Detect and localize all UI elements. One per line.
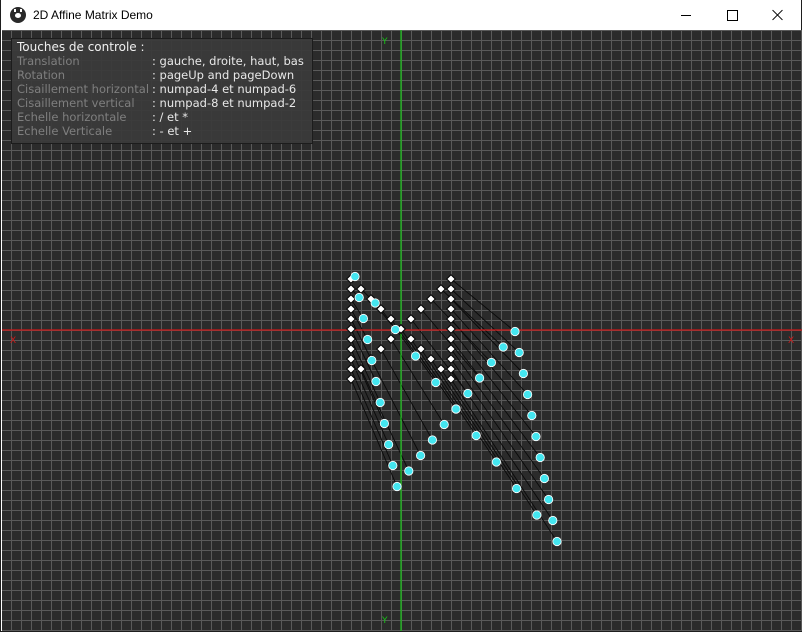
- source-point-marker: [406, 334, 416, 344]
- window-controls: [663, 0, 801, 30]
- transformed-point-marker: [392, 481, 402, 492]
- title-bar[interactable]: 2D Affine Matrix Demo: [1, 0, 801, 30]
- source-point-marker: [376, 344, 386, 354]
- x-axis-label-left: X: [10, 336, 16, 346]
- transformed-point-marker: [552, 536, 562, 547]
- help-action-name: Cisaillement vertical: [17, 96, 135, 110]
- transformed-point-marker: [471, 430, 481, 441]
- transformed-point-marker: [379, 418, 389, 429]
- source-point-marker: [446, 364, 456, 374]
- help-row: Echelle horizontale : / et *: [17, 110, 312, 124]
- controls-help-panel: Touches de controle : Translation : gauc…: [11, 38, 313, 144]
- y-axis-label-top: Y: [381, 37, 388, 47]
- transform-link: [380, 348, 433, 441]
- transformed-point-marker: [431, 377, 441, 388]
- source-point-marker: [416, 344, 426, 354]
- transformed-point-marker: [375, 397, 385, 408]
- transformed-point-marker: [522, 389, 533, 400]
- source-point-marker: [436, 364, 446, 374]
- source-point-marker: [386, 334, 396, 344]
- x-axis-label-right: X: [788, 336, 794, 346]
- help-title: Touches de controle :: [17, 40, 145, 54]
- transformed-point-marker: [511, 483, 522, 494]
- transformed-point-marker: [539, 473, 550, 484]
- maximize-button[interactable]: [709, 0, 755, 30]
- transformed-point-marker: [510, 326, 520, 337]
- minimize-icon: [681, 14, 691, 16]
- transformed-point-marker: [514, 347, 524, 358]
- source-point-marker: [446, 334, 456, 344]
- transformed-point-marker: [383, 439, 394, 450]
- transformed-point-marker: [410, 351, 421, 361]
- help-row: Cisaillement horizontal : numpad-4 et nu…: [17, 82, 312, 96]
- transformed-point-marker: [354, 292, 364, 303]
- transformed-point-marker: [367, 355, 377, 366]
- help-action-keys: : - et +: [152, 124, 193, 138]
- transformed-point-marker: [486, 357, 496, 368]
- transformed-point-marker: [532, 510, 542, 520]
- y-axis-label-bottom: Y: [381, 616, 388, 626]
- transformed-point-marker: [358, 313, 368, 324]
- source-point-marker: [346, 294, 356, 304]
- source-point-marker: [446, 344, 456, 354]
- window-title: 2D Affine Matrix Demo: [33, 8, 153, 22]
- help-row: Echelle Verticale : - et +: [17, 124, 312, 138]
- help-action-keys: : numpad-8 et numpad-2: [152, 96, 297, 110]
- transformed-point-marker: [362, 334, 373, 345]
- close-button[interactable]: [755, 0, 801, 30]
- transformed-point-marker: [474, 373, 485, 383]
- source-point-marker: [406, 314, 416, 324]
- help-action-keys: : gauche, droite, haut, bas: [152, 54, 304, 68]
- source-point-marker: [426, 354, 436, 364]
- help-row: Cisaillement vertical : numpad-8 et nump…: [17, 96, 312, 110]
- transformed-point-marker: [404, 466, 414, 476]
- help-action-name: Echelle horizontale: [17, 110, 127, 124]
- transformed-point-marker: [350, 271, 360, 282]
- transformed-point-marker: [390, 324, 400, 335]
- help-action-name: Translation: [17, 54, 80, 68]
- transformed-point-marker: [439, 419, 449, 430]
- transformed-point-marker: [463, 388, 473, 399]
- transform-link: [450, 278, 516, 332]
- transformed-point-marker: [548, 515, 558, 526]
- transformed-point-marker: [371, 376, 381, 387]
- help-action-name: Echelle Verticale: [17, 124, 113, 138]
- minimize-button[interactable]: [663, 0, 709, 30]
- source-point-marker: [346, 304, 356, 314]
- source-point-marker: [446, 324, 456, 334]
- transformed-point-marker: [415, 450, 426, 461]
- gamepad-icon: [10, 7, 26, 23]
- transformed-point-marker: [535, 452, 545, 463]
- app-window: 2D Affine Matrix Demo X X Y Y Touches de…: [0, 0, 802, 632]
- help-action-keys: : / et *: [152, 110, 189, 124]
- transformed-point-marker: [427, 435, 437, 445]
- source-point-marker: [386, 314, 396, 324]
- maximize-icon: [726, 9, 738, 21]
- transformed-point-marker: [451, 404, 461, 414]
- transformed-point-marker: [527, 410, 537, 421]
- transformed-point-marker: [518, 368, 529, 379]
- source-point-marker: [346, 314, 356, 324]
- render-viewport[interactable]: X X Y Y Touches de controle : Translatio…: [2, 30, 802, 631]
- help-action-name: Cisaillement horizontal: [17, 82, 150, 96]
- source-point-marker: [446, 354, 456, 364]
- transformed-point-marker: [498, 342, 508, 352]
- source-point-marker: [346, 324, 356, 334]
- help-action-keys: : pageUp and pageDown: [152, 68, 295, 82]
- transformed-point-marker: [491, 457, 501, 467]
- help-action-keys: : numpad-4 et numpad-6: [152, 82, 297, 96]
- transformed-point-marker: [388, 460, 398, 471]
- close-icon: [772, 9, 784, 21]
- help-action-name: Rotation: [17, 68, 66, 82]
- transformed-point-marker: [370, 298, 380, 308]
- help-row: Translation : gauche, droite, haut, bas: [17, 54, 312, 68]
- help-row: Rotation : pageUp and pageDown: [17, 68, 312, 82]
- source-point-marker: [356, 364, 366, 374]
- transformed-point-marker: [531, 431, 541, 442]
- transformed-point-marker: [543, 494, 554, 505]
